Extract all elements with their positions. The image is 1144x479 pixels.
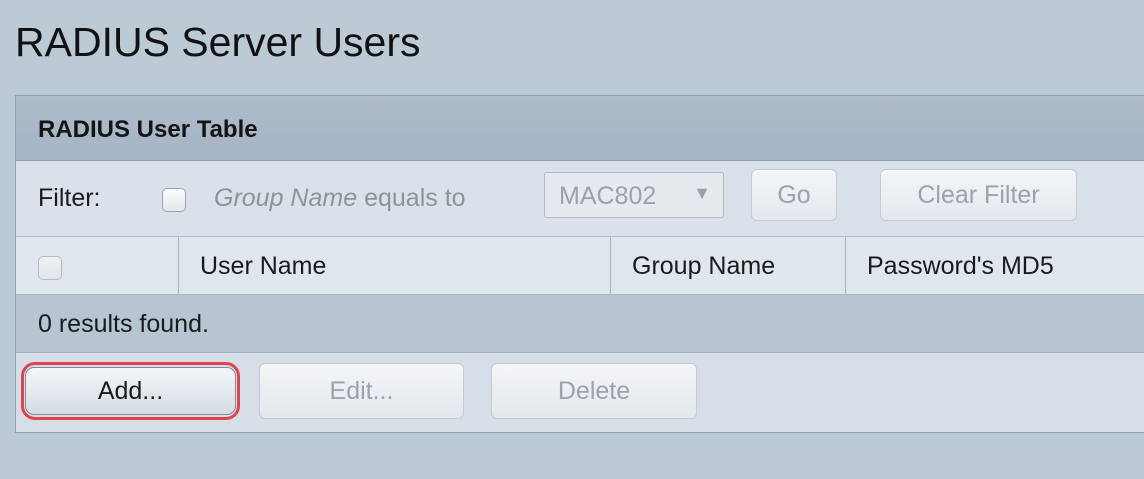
filter-row: Filter: Group Name equals to MAC802 ▼ Go… xyxy=(16,161,1144,237)
column-header-user-name[interactable]: User Name xyxy=(200,252,326,281)
clear-filter-button[interactable]: Clear Filter xyxy=(880,169,1077,221)
filter-criteria: Group Name equals to xyxy=(214,184,466,213)
add-button[interactable]: Add... xyxy=(25,367,236,415)
column-divider xyxy=(178,237,179,294)
dropdown-arrow-icon: ▼ xyxy=(693,183,711,203)
column-header-password-md5[interactable]: Password's MD5 xyxy=(867,252,1054,281)
filter-field-name: Group Name xyxy=(214,184,358,212)
results-count: 0 results found. xyxy=(38,310,209,338)
group-name-select[interactable]: MAC802 ▼ xyxy=(544,172,724,218)
filter-checkbox[interactable] xyxy=(162,188,186,212)
column-header-row: User Name Group Name Password's MD5 xyxy=(16,237,1144,295)
page-title: RADIUS Server Users xyxy=(15,19,421,65)
column-header-group-name[interactable]: Group Name xyxy=(632,252,775,281)
actions-row: Add... Edit... Delete xyxy=(16,353,1144,432)
column-divider xyxy=(845,237,846,294)
group-name-select-value: MAC802 xyxy=(559,182,657,210)
delete-button[interactable]: Delete xyxy=(491,363,697,419)
filter-label: Filter: xyxy=(38,184,101,212)
edit-button[interactable]: Edit... xyxy=(259,363,464,419)
column-divider xyxy=(610,237,611,294)
table-title: RADIUS User Table xyxy=(38,116,258,143)
filter-operator: equals to xyxy=(364,184,466,212)
radius-user-table-panel: RADIUS User Table Filter: Group Name equ… xyxy=(15,95,1144,433)
results-row: 0 results found. xyxy=(16,295,1144,353)
go-button[interactable]: Go xyxy=(751,169,837,221)
select-all-checkbox[interactable] xyxy=(38,256,62,280)
table-header: RADIUS User Table xyxy=(16,96,1144,161)
